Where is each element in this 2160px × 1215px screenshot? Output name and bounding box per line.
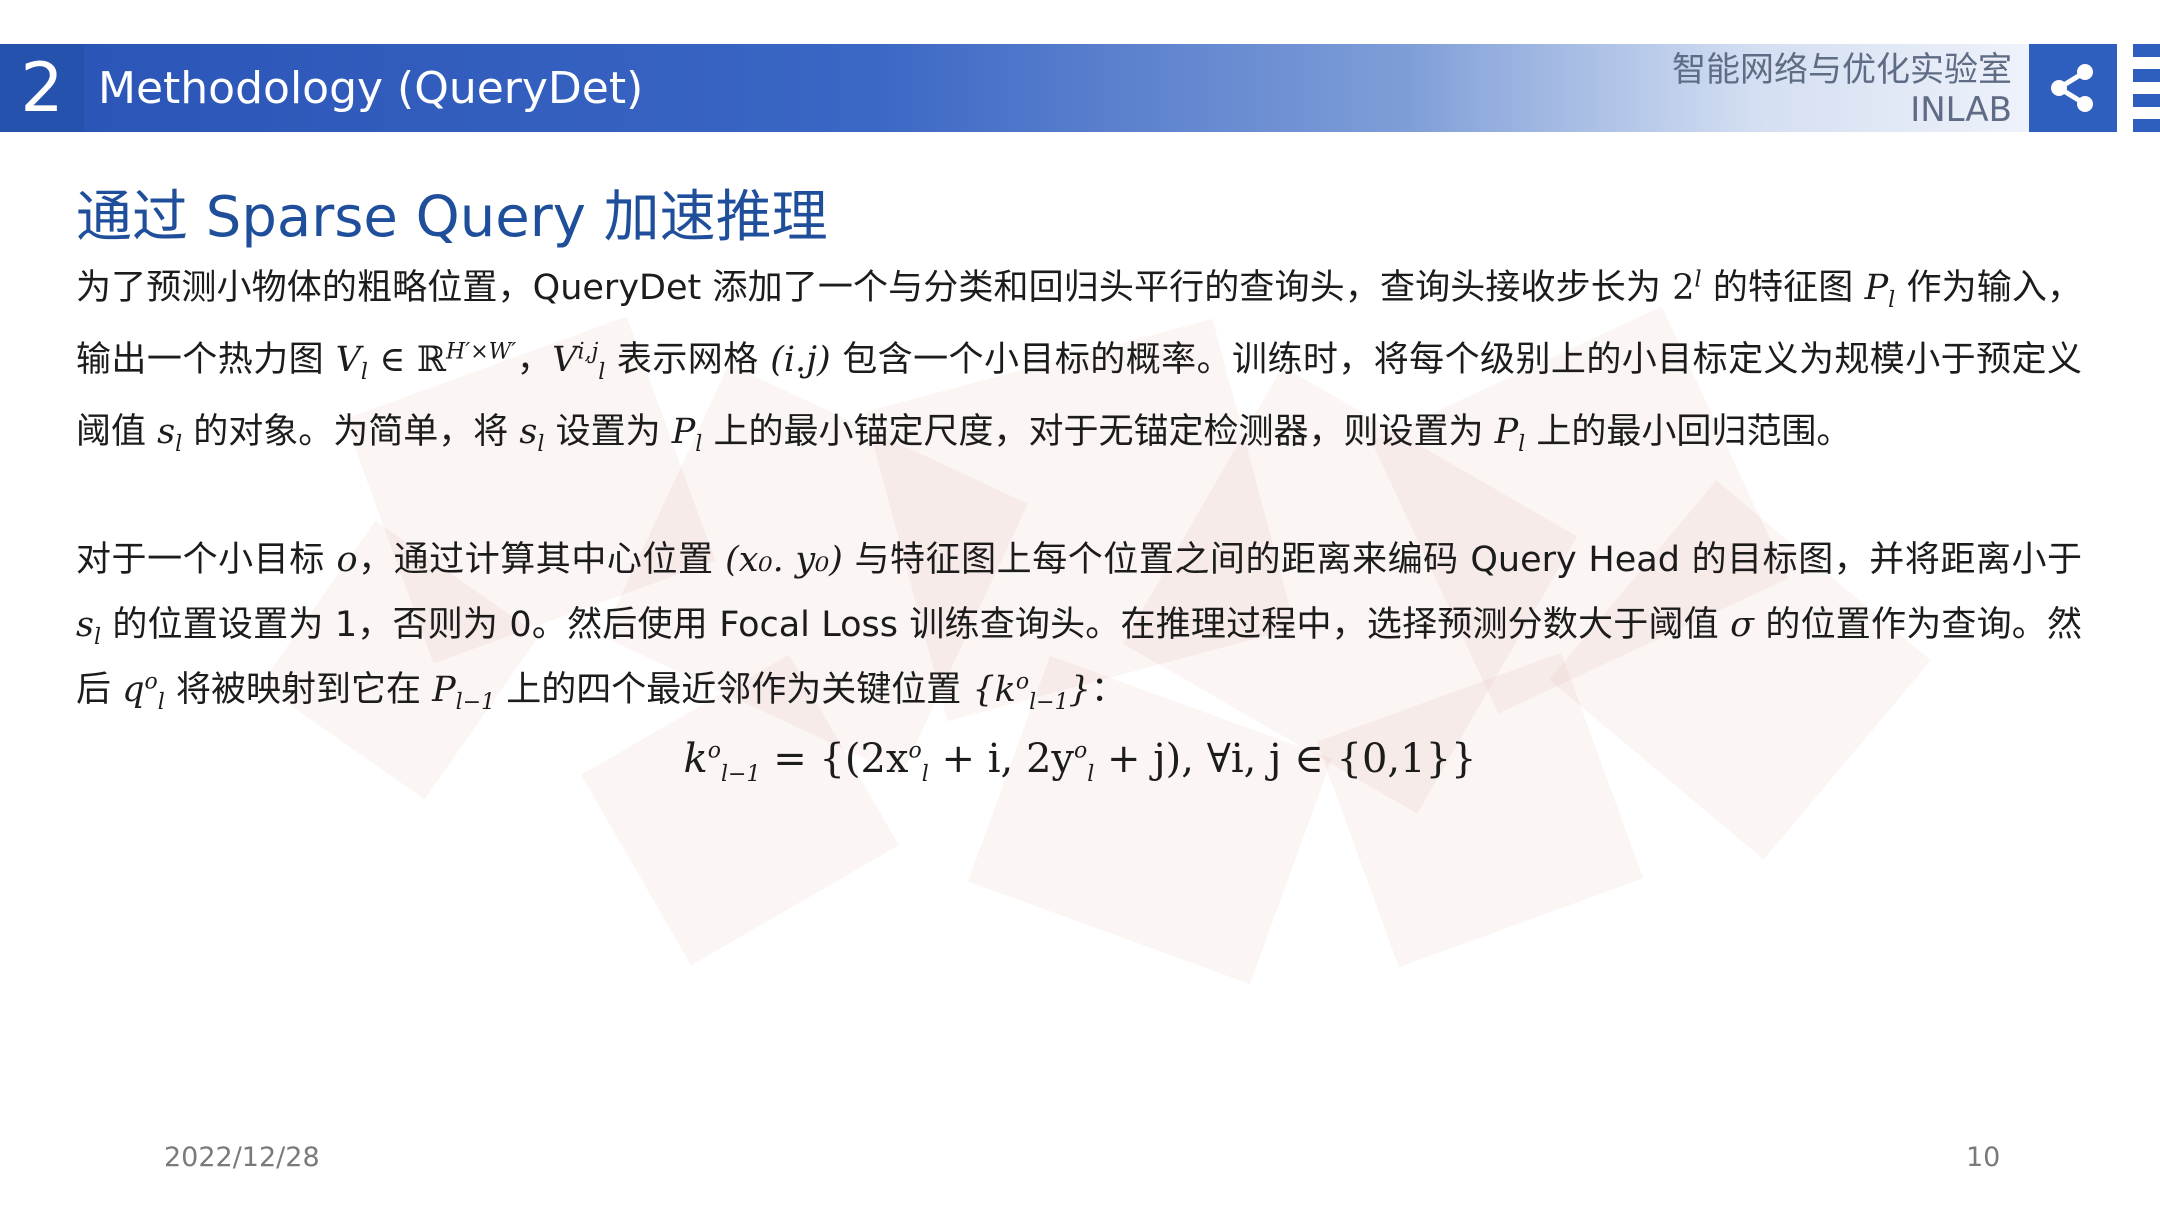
cell-sup: i,j bbox=[577, 339, 599, 365]
q-sup: o bbox=[144, 669, 158, 695]
sigma-symbol: σ bbox=[1730, 605, 1755, 645]
feat-base: P bbox=[1864, 268, 1889, 308]
page-number: 10 bbox=[1966, 1142, 2001, 1173]
p2-thr-sub: l bbox=[93, 625, 102, 650]
p2-text-3: 与特征图上每个位置之间的距离来编码 Query Head 的目标图，并将距离小于 bbox=[842, 540, 2083, 580]
threshold-symbol-2: sl bbox=[519, 412, 544, 456]
heat-sub: l bbox=[360, 360, 368, 385]
p1-text-8: 的对象。为简单，将 bbox=[182, 412, 520, 452]
p2-thr-base: s bbox=[76, 605, 94, 645]
p2-text-4: 的位置设置为 1，否则为 0。然后使用 Focal Loss 训练查询头。在推理… bbox=[101, 605, 1731, 645]
paragraph-sparse-query: 为了预测小物体的粗略位置，QueryDet 添加了一个与分类和回归头平行的查询头… bbox=[76, 252, 2082, 468]
p1-text-2: 的特征图 bbox=[1701, 268, 1865, 308]
thr-base: s bbox=[157, 412, 176, 452]
p1-text-10: 上的最小锚定尺度，对于无锚定检测器，则设置为 bbox=[702, 412, 1495, 452]
threshold-symbol: sl bbox=[157, 412, 182, 456]
p1-text-6: 表示网格 bbox=[605, 340, 771, 380]
lab-name: 智能网络与优化实验室 INLAB bbox=[1672, 50, 2012, 130]
lab-name-cn: 智能网络与优化实验室 bbox=[1672, 50, 2012, 90]
stride-base: 2 bbox=[1672, 268, 1695, 308]
pl1-sub: l−1 bbox=[455, 690, 496, 715]
center-symbol: (x₀. y₀) bbox=[725, 540, 843, 580]
key-sup: o bbox=[1015, 669, 1030, 695]
formula-lhs: k bbox=[683, 736, 708, 782]
query-symbol: qol bbox=[122, 669, 165, 714]
formula-lhs-sub: l−1 bbox=[721, 762, 761, 787]
p2-base: P bbox=[671, 412, 696, 452]
p3-base: P bbox=[1494, 412, 1519, 452]
slide-edge-stripes bbox=[2133, 44, 2160, 132]
cell-base: V bbox=[552, 340, 578, 380]
prev-level-symbol: Pl−1 bbox=[432, 670, 495, 714]
key-base: {k bbox=[972, 670, 1016, 710]
formula-rhs: + j), ∀i, j ∈ {0,1}} bbox=[1094, 736, 1477, 782]
formula-x-sub: l bbox=[921, 762, 929, 787]
p1-text-1: 为了预测小物体的粗略位置，QueryDet 添加了一个与分类和回归头平行的查询头… bbox=[76, 268, 1673, 308]
slide-heading: 通过 Sparse Query 加速推理 bbox=[76, 185, 828, 250]
key-end: } bbox=[1068, 670, 1091, 710]
header-title: Methodology (QueryDet) bbox=[98, 62, 644, 114]
p2-text-2: ，通过计算其中心位置 bbox=[357, 540, 726, 580]
p1-text-9: 设置为 bbox=[544, 412, 672, 452]
p2-text-1: 对于一个小目标 bbox=[76, 540, 337, 580]
p2-text-8: ： bbox=[1090, 670, 1126, 710]
stride: 2l bbox=[1672, 268, 1701, 308]
cell-symbol: Vi,jl bbox=[552, 339, 605, 384]
paragraph-query-head: 对于一个小目标 o，通过计算其中心位置 (x₀. y₀) 与特征图上每个位置之间… bbox=[76, 528, 2082, 723]
heat-dim: H′×W′ bbox=[446, 339, 517, 365]
object-symbol: o bbox=[336, 540, 358, 580]
p1-text-4: ∈ ℝ bbox=[367, 340, 447, 380]
heatmap-symbol: Vl bbox=[335, 340, 368, 384]
key-set-symbol: {kol−1} bbox=[972, 669, 1091, 714]
lab-name-en: INLAB bbox=[1910, 90, 2012, 130]
p1-text-5: ， bbox=[516, 340, 553, 380]
formula-key-positions: kol−1 = {(2xol + i, 2yol + j), ∀i, j ∈ {… bbox=[0, 736, 2160, 786]
feature-map-symbol: Pl bbox=[1864, 268, 1896, 312]
p2-threshold-symbol: sl bbox=[76, 605, 101, 649]
level-symbol-2: Pl bbox=[671, 412, 703, 456]
q-sub: l bbox=[157, 690, 165, 715]
footer-date: 2022/12/28 bbox=[164, 1142, 320, 1173]
section-number: 2 bbox=[0, 44, 84, 132]
thr2-base: s bbox=[519, 412, 538, 452]
key-sub: l−1 bbox=[1029, 690, 1069, 715]
formula-lhs-sup: o bbox=[707, 738, 722, 764]
formula-mid: + i, 2y bbox=[928, 736, 1075, 782]
p2-text-6: 将被映射到它在 bbox=[164, 670, 433, 710]
q-base: q bbox=[122, 670, 145, 710]
p1-text-11: 上的最小回归范围。 bbox=[1525, 412, 1852, 452]
formula-eq: = {(2x bbox=[760, 736, 909, 782]
pl1-base: P bbox=[432, 670, 456, 710]
formula-y-sup: o bbox=[1074, 738, 1088, 764]
formula-x-sup: o bbox=[908, 738, 922, 764]
share-button[interactable] bbox=[2029, 44, 2117, 132]
share-icon bbox=[2051, 64, 2093, 112]
grid-symbol: (i.j) bbox=[770, 340, 831, 380]
stride-exp: l bbox=[1694, 267, 1702, 293]
heat-base: V bbox=[335, 340, 361, 380]
p2-text-7: 上的四个最近邻作为关键位置 bbox=[495, 670, 973, 710]
level-symbol-3: Pl bbox=[1494, 412, 1526, 456]
